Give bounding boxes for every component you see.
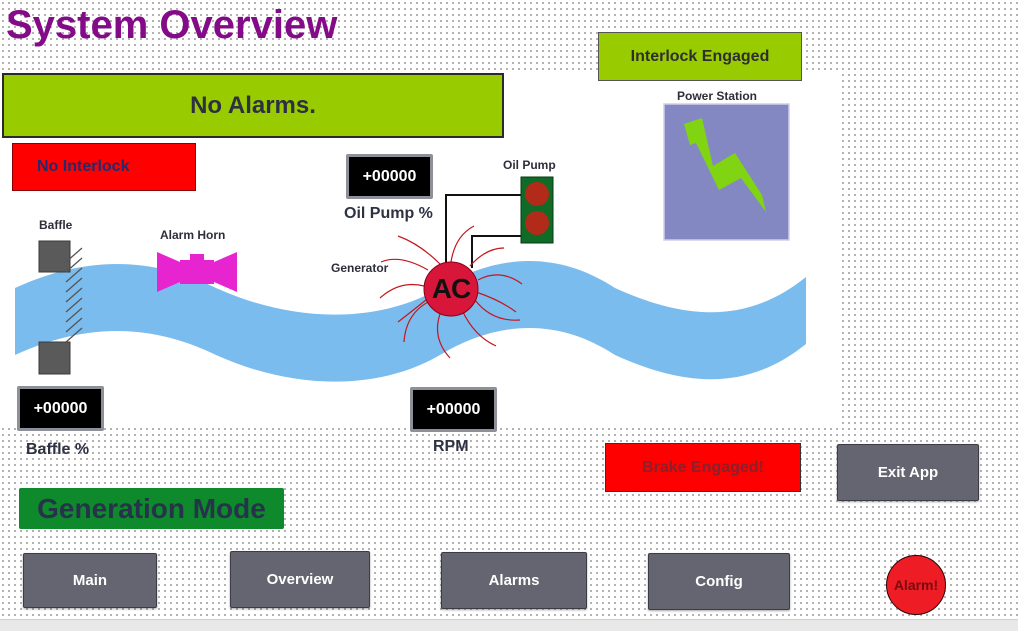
- alarms-nav-button[interactable]: Alarms: [441, 552, 587, 609]
- baffle-readout: +00000: [17, 386, 104, 431]
- interlock-status-banner: Interlock Engaged: [598, 32, 802, 81]
- alarm-horn-label: Alarm Horn: [160, 228, 226, 242]
- exit-app-button[interactable]: Exit App: [837, 444, 979, 501]
- bottom-scroll-strip: [0, 619, 1018, 631]
- oil-pump-label: Oil Pump: [503, 158, 556, 172]
- baffle-label: Baffle: [39, 218, 73, 232]
- config-nav-button[interactable]: Config: [648, 553, 790, 610]
- oil-pump-percent-label: Oil Pump %: [344, 205, 433, 222]
- baffle-percent-label: Baffle %: [26, 441, 90, 458]
- power-station-label: Power Station: [677, 89, 758, 103]
- generator-symbol: AC: [431, 273, 471, 304]
- brake-status-banner: Brake Engaged!: [605, 443, 801, 492]
- oil-pump-icon: [520, 176, 554, 244]
- rpm-label: RPM: [433, 438, 469, 455]
- power-station-icon: [663, 103, 790, 241]
- rpm-readout: +00000: [410, 387, 497, 432]
- alarm-indicator-button[interactable]: Alarm!: [886, 555, 946, 615]
- oil-pump-pipes: [445, 194, 521, 268]
- page-title: System Overview: [6, 3, 338, 47]
- generator-label: Generator: [331, 261, 389, 275]
- overview-nav-button[interactable]: Overview: [230, 551, 370, 608]
- main-nav-button[interactable]: Main: [23, 553, 157, 608]
- interlock-warning-banner: No Interlock: [12, 143, 196, 191]
- river-water: [15, 261, 806, 382]
- oil-pump-readout: +00000: [346, 154, 433, 199]
- alarm-status-banner: No Alarms.: [2, 73, 504, 138]
- mode-banner: Generation Mode: [19, 488, 284, 529]
